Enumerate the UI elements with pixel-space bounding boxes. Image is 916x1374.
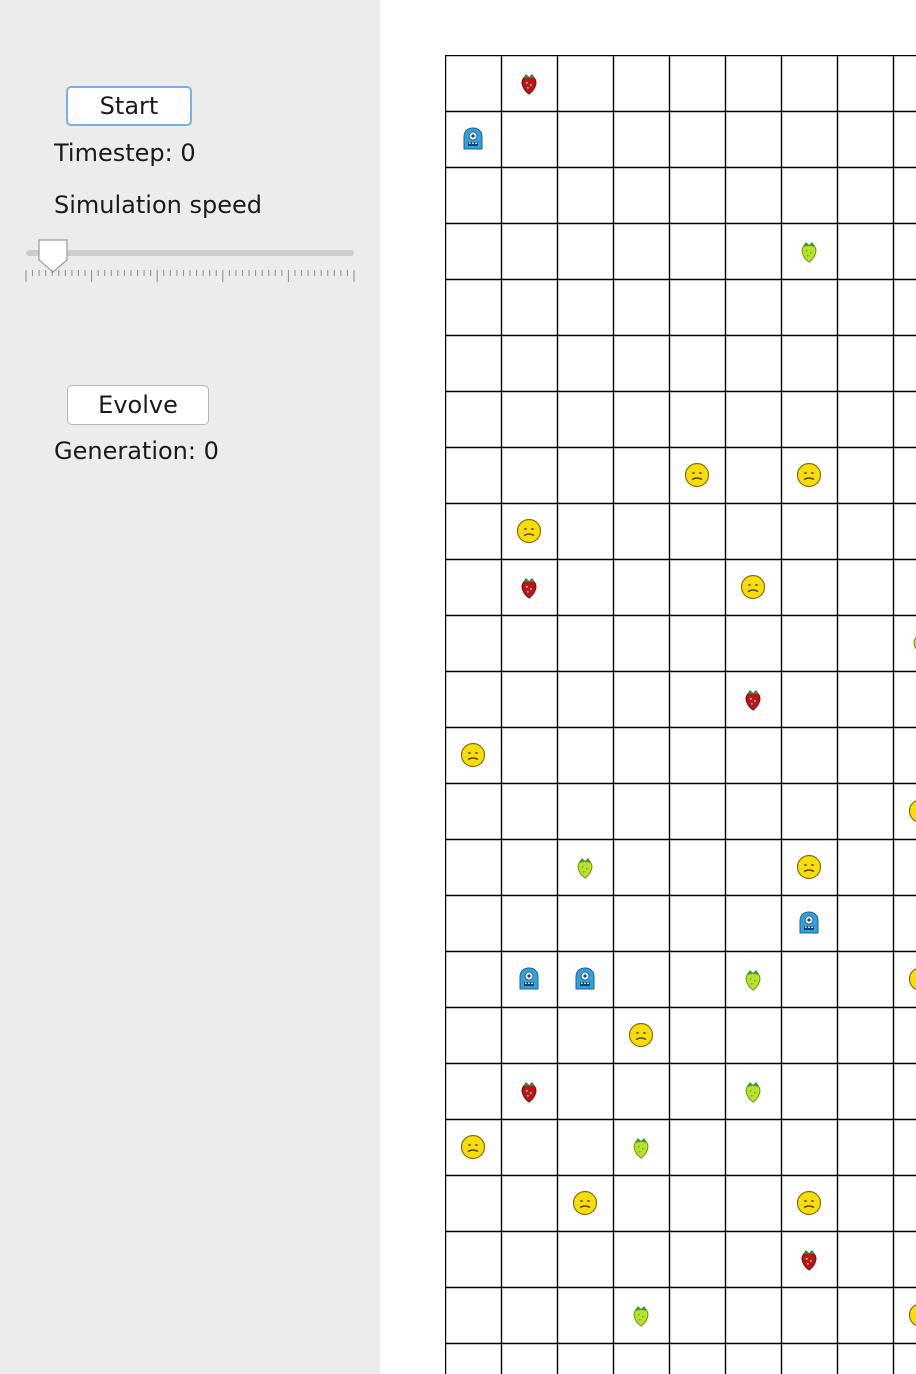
smiley-icon <box>796 462 822 488</box>
grid-cell <box>893 783 916 839</box>
timestep-label: Timestep: 0 <box>54 139 196 167</box>
red-strawberry-icon <box>801 1250 817 1271</box>
grid-cell <box>893 1287 916 1343</box>
generation-label: Generation: 0 <box>54 437 219 465</box>
smiley-icon <box>460 1134 486 1160</box>
red-strawberry-icon <box>745 690 761 711</box>
grid-cell <box>557 951 613 1007</box>
red-strawberry-icon <box>521 578 537 599</box>
slider-track[interactable] <box>26 250 354 256</box>
smiley-icon <box>572 1190 598 1216</box>
grid-cell <box>781 223 837 279</box>
control-panel: Start Timestep: 0 Simulation speed Evolv… <box>0 0 380 1374</box>
blue-creature-icon <box>463 127 483 150</box>
grid-cell <box>781 839 837 895</box>
red-strawberry-icon <box>521 74 537 95</box>
blue-creature-icon <box>575 967 595 990</box>
green-strawberry-icon <box>633 1306 649 1327</box>
smiley-icon <box>908 1303 916 1327</box>
green-strawberry-icon <box>633 1138 649 1159</box>
grid-cell <box>781 1231 837 1287</box>
green-strawberry-icon <box>801 242 817 263</box>
grid-cell <box>613 1007 669 1063</box>
green-strawberry-icon <box>577 858 593 879</box>
blue-creature-icon <box>519 967 539 990</box>
grid-cell <box>557 1175 613 1231</box>
simulation-grid[interactable] <box>445 55 916 1374</box>
smiley-icon <box>460 742 486 768</box>
grid-cell <box>445 727 501 783</box>
grid-cell <box>725 1063 781 1119</box>
smiley-icon <box>908 799 916 823</box>
grid-cell <box>613 1287 669 1343</box>
grid-cell <box>501 559 557 615</box>
smiley-icon <box>796 1190 822 1216</box>
grid-cell <box>501 55 557 111</box>
grid-cell <box>781 1175 837 1231</box>
green-strawberry-icon <box>913 636 916 650</box>
smiley-icon <box>684 462 710 488</box>
grid-cell <box>445 1119 501 1175</box>
grid-cell <box>445 111 501 167</box>
smiley-icon <box>908 967 916 991</box>
grid-cell <box>501 951 557 1007</box>
grid-cell <box>725 559 781 615</box>
start-button[interactable]: Start <box>66 86 192 126</box>
grid-cell <box>893 615 916 671</box>
green-strawberry-icon <box>745 1082 761 1103</box>
smiley-icon <box>628 1022 654 1048</box>
grid-cell <box>501 503 557 559</box>
grid-cell <box>781 447 837 503</box>
slider-ticks <box>25 270 355 282</box>
smiley-icon <box>516 518 542 544</box>
grid-cell <box>557 839 613 895</box>
grid-cell <box>725 671 781 727</box>
simulation-speed-label: Simulation speed <box>54 191 262 219</box>
red-strawberry-icon <box>521 1082 537 1103</box>
simulation-speed-slider[interactable] <box>24 238 356 284</box>
grid-cell <box>613 1119 669 1175</box>
grid-cell <box>893 951 916 1007</box>
grid-lines <box>445 55 916 1374</box>
blue-creature-icon <box>799 911 819 934</box>
smiley-icon <box>740 574 766 600</box>
smiley-icon <box>796 854 822 880</box>
grid-cell <box>725 951 781 1007</box>
grid-cell <box>781 895 837 951</box>
grid-cell <box>501 1063 557 1119</box>
green-strawberry-icon <box>745 970 761 991</box>
evolve-button[interactable]: Evolve <box>67 385 209 425</box>
grid-cell <box>669 447 725 503</box>
